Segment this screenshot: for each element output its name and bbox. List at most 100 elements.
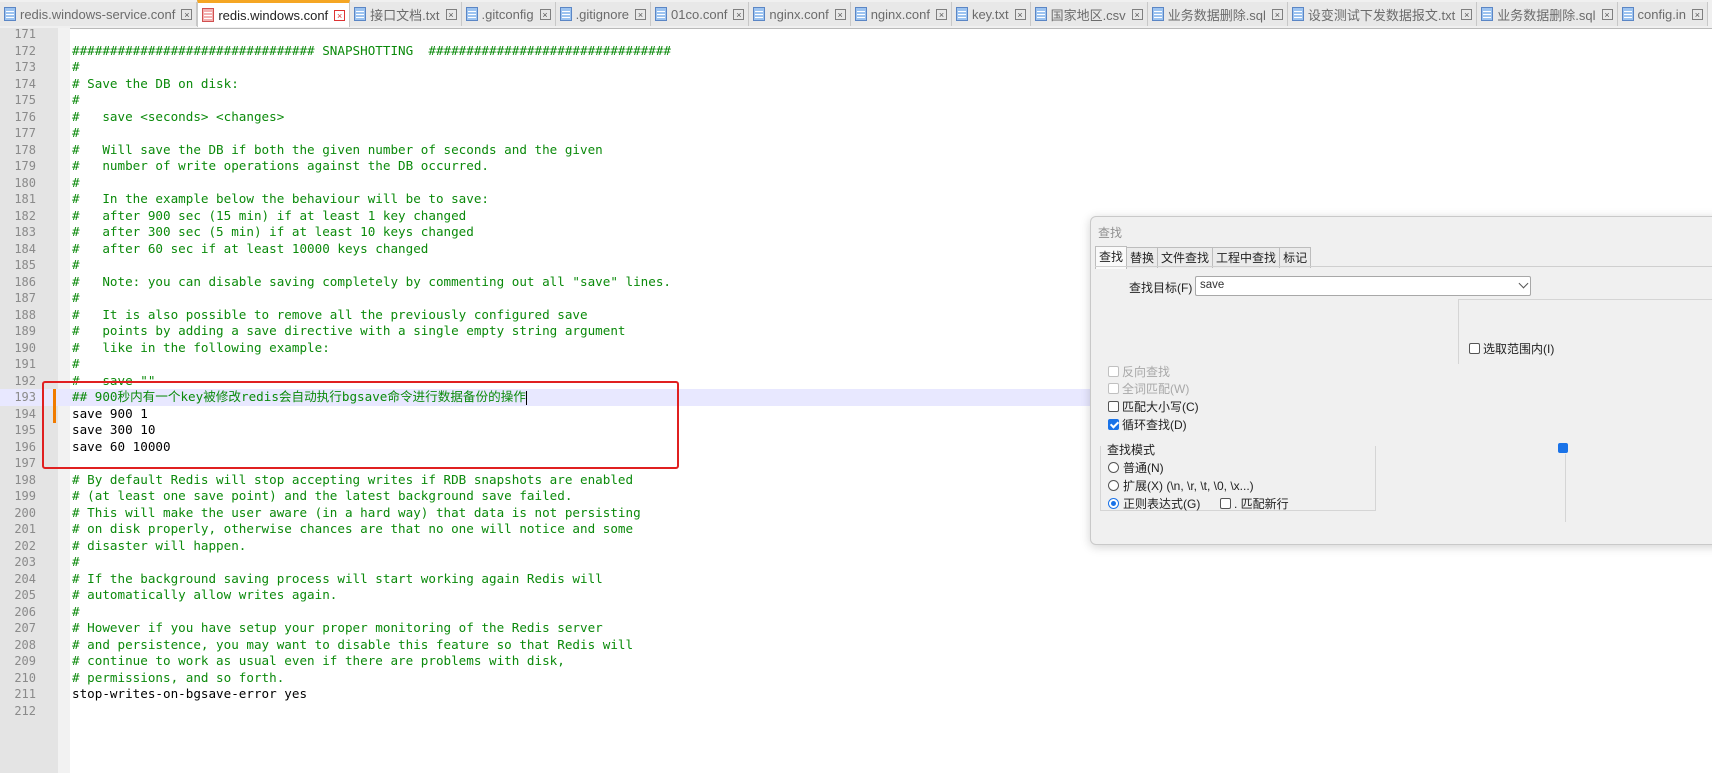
file-icon xyxy=(854,7,867,21)
mode-regex-label: 正则表达式(G) xyxy=(1123,497,1201,511)
document-tab[interactable]: key.txt × xyxy=(951,2,1031,26)
code-text: # xyxy=(72,290,80,305)
code-text: # after 900 sec (15 min) if at least 1 k… xyxy=(72,207,467,223)
mode-normal-radio[interactable]: 普通(N) xyxy=(1108,459,1164,476)
chevron-down-icon[interactable] xyxy=(1518,278,1529,289)
document-tab[interactable]: 业务数据删除.sql × xyxy=(1477,2,1618,26)
code-line[interactable]: 206 # xyxy=(0,604,1712,621)
tab-mark[interactable]: 标记 xyxy=(1279,247,1312,268)
close-icon[interactable]: × xyxy=(1131,8,1143,20)
line-number: 174 xyxy=(14,76,36,91)
line-number: 193 xyxy=(14,390,36,404)
line-number: 187 xyxy=(14,291,36,305)
close-icon[interactable]: × xyxy=(1014,8,1026,20)
code-line[interactable]: 212 xyxy=(0,703,1712,720)
code-line[interactable]: 180 # xyxy=(0,175,1712,192)
code-line[interactable]: 211 stop-writes-on-bgsave-error yes xyxy=(0,686,1712,703)
document-tab[interactable]: 国家地区.csv × xyxy=(1030,2,1148,26)
tab-label: 设变测试下发数据报文.txt xyxy=(1307,7,1456,23)
code-line[interactable]: 179 # number of write operations against … xyxy=(0,158,1712,175)
find-target-combobox[interactable]: save xyxy=(1195,276,1531,296)
mode-extended-radio[interactable]: 扩展(X) (\n, \r, \t, \0, \x...) xyxy=(1108,477,1254,494)
code-line[interactable]: 204 # If the background saving process wi… xyxy=(0,571,1712,588)
line-number: 207 xyxy=(14,621,36,635)
transparency-checkbox[interactable] xyxy=(1558,443,1568,453)
line-number: 180 xyxy=(14,175,36,190)
document-tab[interactable]: 接口文档.txt × xyxy=(350,2,462,26)
code-line[interactable]: 172 ################################ SNAP… xyxy=(0,43,1712,60)
tab-find-in-files[interactable]: 文件查找 xyxy=(1157,247,1214,268)
line-number: 204 xyxy=(14,571,36,586)
radio-icon xyxy=(1108,462,1119,473)
code-text: # continue to work as usual even if ther… xyxy=(72,653,565,668)
whole-word-label: 全词匹配(W) xyxy=(1122,382,1190,396)
code-line[interactable]: 175 # xyxy=(0,92,1712,109)
document-tab[interactable]: nginx.conf × xyxy=(850,2,952,26)
line-number: 199 xyxy=(14,489,36,503)
code-line[interactable]: 203 # xyxy=(0,554,1712,571)
code-line[interactable]: 181 # In the example below the behaviour … xyxy=(0,191,1712,208)
code-text: # xyxy=(72,257,80,272)
code-text: # xyxy=(72,603,80,619)
close-icon[interactable]: × xyxy=(935,8,947,20)
tab-label: 业务数据删除.sql xyxy=(1167,7,1266,23)
tab-label: 接口文档.txt xyxy=(370,7,440,23)
document-tab[interactable]: config.in × xyxy=(1617,2,1708,26)
document-tab[interactable]: .gitconfig × xyxy=(461,2,556,26)
document-tab[interactable]: 业务数据删除.sql × xyxy=(1147,2,1288,26)
line-number: 192 xyxy=(14,373,36,388)
file-icon xyxy=(559,7,572,21)
code-line[interactable]: 210 # permissions, and so forth. xyxy=(0,670,1712,687)
line-number: 182 xyxy=(14,208,36,223)
code-line[interactable]: 174 # Save the DB on disk: xyxy=(0,76,1712,93)
close-icon[interactable]: × xyxy=(334,9,346,21)
backward-search-checkbox[interactable]: 反向查找 xyxy=(1108,363,1170,380)
close-icon[interactable]: × xyxy=(834,8,846,20)
tab-replace[interactable]: 替换 xyxy=(1126,247,1159,268)
close-icon[interactable]: × xyxy=(1461,8,1473,20)
document-tab[interactable]: redis.windows.conf × xyxy=(197,0,351,27)
code-line[interactable]: 209 # continue to work as usual even if t… xyxy=(0,653,1712,670)
close-icon[interactable]: × xyxy=(733,8,745,20)
wrap-around-checkbox[interactable]: 循环查找(D) xyxy=(1108,416,1187,433)
match-case-checkbox[interactable]: 匹配大小写(C) xyxy=(1108,398,1199,415)
close-icon[interactable]: × xyxy=(1271,8,1283,20)
document-tab[interactable]: redis.windows-service.conf × xyxy=(0,2,198,26)
code-line[interactable]: 176 # save <seconds> <changes> xyxy=(0,109,1712,126)
mode-regex-radio[interactable]: 正则表达式(G) xyxy=(1108,495,1200,512)
close-icon[interactable]: × xyxy=(1691,8,1703,20)
code-line[interactable]: 171 xyxy=(0,26,1712,43)
line-number: 181 xyxy=(14,192,36,206)
in-selection-label: 选取范围内(I) xyxy=(1483,342,1555,356)
checkbox-icon xyxy=(1108,366,1119,377)
line-number: 205 xyxy=(14,588,36,602)
code-line[interactable]: 178 # Will save the DB if both the given … xyxy=(0,142,1712,159)
document-tab[interactable]: .gitignore × xyxy=(555,2,652,26)
line-number: 190 xyxy=(14,340,36,355)
code-line[interactable]: 173 # xyxy=(0,59,1712,76)
document-tab[interactable]: nginx.conf × xyxy=(749,2,851,26)
checkbox-icon xyxy=(1469,343,1480,354)
line-number: 201 xyxy=(14,522,36,536)
close-icon[interactable]: × xyxy=(539,8,551,20)
code-line[interactable]: 205 # automatically allow writes again. xyxy=(0,587,1712,604)
whole-word-checkbox[interactable]: 全词匹配(W) xyxy=(1108,380,1189,397)
line-number: 173 xyxy=(14,60,36,74)
code-line[interactable]: 207 # However if you have setup your prop… xyxy=(0,620,1712,637)
dot-matches-newline-checkbox[interactable]: . 匹配新行 xyxy=(1220,495,1289,512)
close-icon[interactable]: × xyxy=(181,8,193,20)
file-icon xyxy=(655,7,668,21)
code-line[interactable]: 177 # xyxy=(0,125,1712,142)
code-line[interactable]: 208 # and persistence, you may want to di… xyxy=(0,637,1712,654)
tab-find-in-project[interactable]: 工程中查找 xyxy=(1212,247,1281,268)
line-number: 194 xyxy=(14,406,36,421)
code-text: # xyxy=(72,174,80,190)
search-mode-title: 查找模式 xyxy=(1106,441,1157,458)
code-text: # like in the following example: xyxy=(72,339,330,355)
document-tab[interactable]: 01co.conf × xyxy=(651,2,750,26)
close-icon[interactable]: × xyxy=(635,8,647,20)
document-tab[interactable]: 设变测试下发数据报文.txt × xyxy=(1287,2,1478,26)
close-icon[interactable]: × xyxy=(1601,8,1613,20)
in-selection-checkbox[interactable]: 选取范围内(I) xyxy=(1469,340,1554,357)
close-icon[interactable]: × xyxy=(445,8,457,20)
